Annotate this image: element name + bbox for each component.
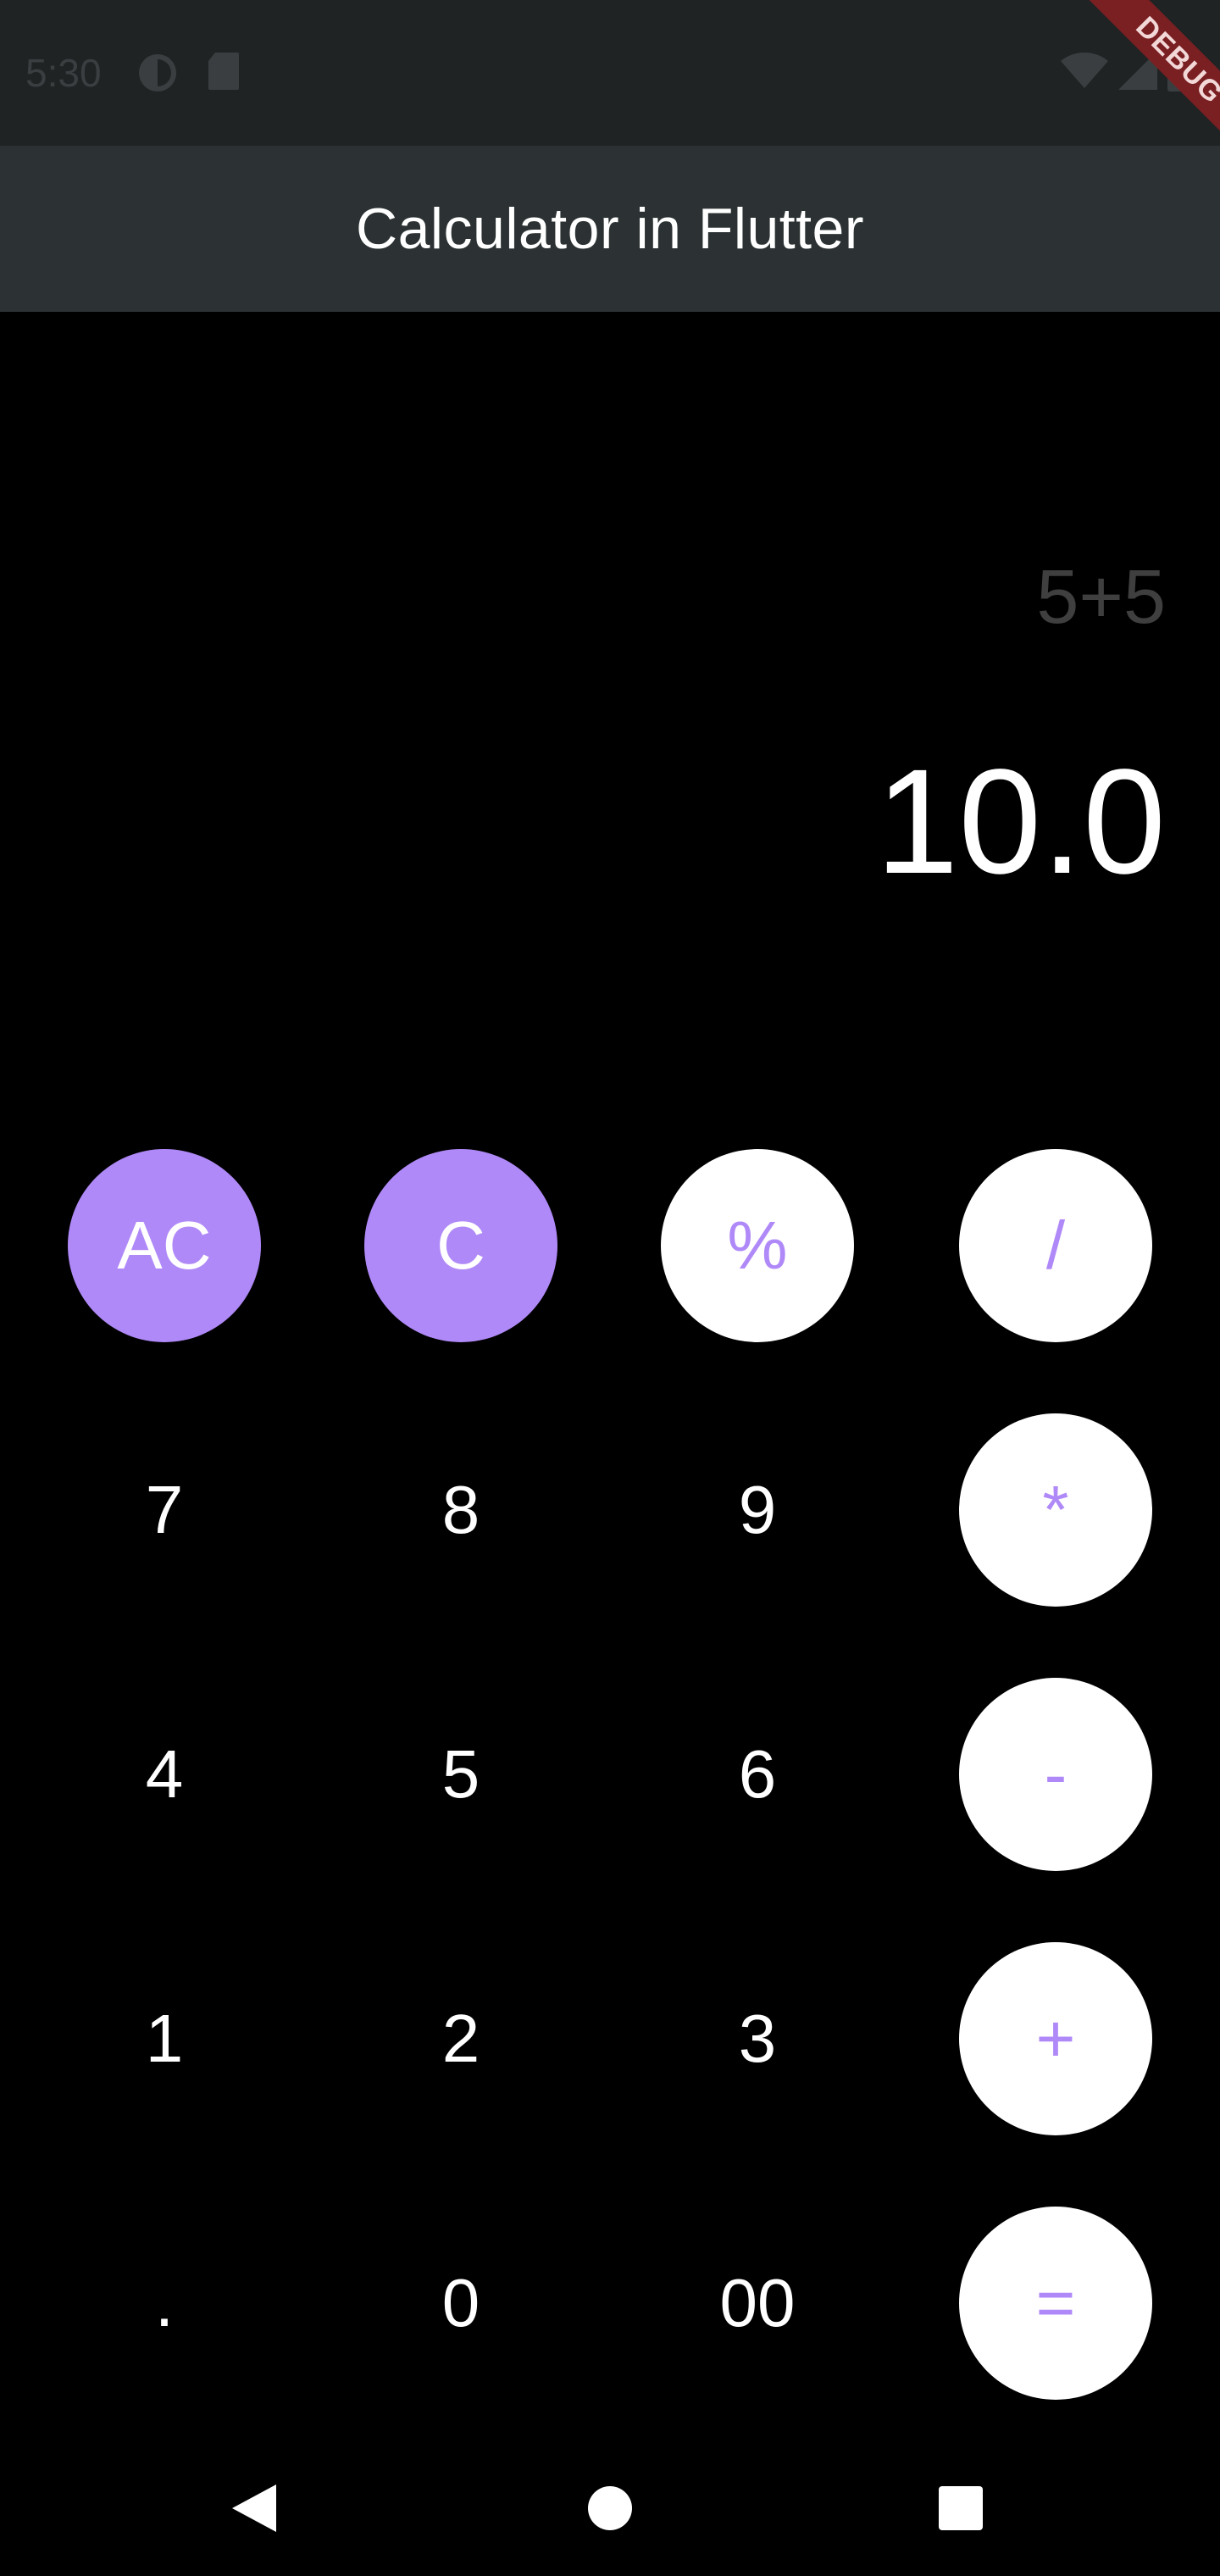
key-label: .: [154, 2265, 175, 2340]
key-all-clear[interactable]: AC: [68, 1149, 261, 1342]
key-label: %: [727, 1208, 788, 1283]
key-7[interactable]: 7: [68, 1413, 261, 1607]
key-4[interactable]: 4: [68, 1678, 261, 1871]
key-multiply[interactable]: *: [959, 1413, 1152, 1607]
key-divide[interactable]: /: [959, 1149, 1152, 1342]
key-label: =: [1035, 2265, 1076, 2340]
app-title: Calculator in Flutter: [355, 197, 865, 261]
key-label: 4: [145, 1736, 184, 1812]
key-label: +: [1035, 2001, 1076, 2076]
key-subtract[interactable]: -: [959, 1678, 1152, 1871]
key-label: 8: [441, 1472, 480, 1547]
key-6[interactable]: 6: [661, 1678, 854, 1871]
key-label: 0: [441, 2265, 480, 2340]
key-8[interactable]: 8: [364, 1413, 557, 1607]
navigation-bar: [0, 2440, 1220, 2576]
key-label: 7: [145, 1472, 184, 1547]
key-label: 6: [738, 1736, 777, 1812]
key-label: -: [1044, 1736, 1068, 1812]
key-5[interactable]: 5: [364, 1678, 557, 1871]
key-equals[interactable]: =: [959, 2207, 1152, 2400]
key-3[interactable]: 3: [661, 1942, 854, 2135]
status-time: 5:30: [25, 51, 102, 95]
key-label: 9: [738, 1472, 777, 1547]
result-display: 10.0: [875, 739, 1166, 905]
key-label: 2: [441, 2001, 480, 2076]
signal-icon: [1117, 49, 1159, 96]
key-1[interactable]: 1: [68, 1942, 261, 2135]
key-label: 5: [441, 1736, 480, 1812]
wifi-icon: [1059, 49, 1110, 96]
battery-icon: [1166, 44, 1191, 96]
status-bar: 5:30: [0, 0, 1220, 146]
key-label: /: [1045, 1208, 1066, 1283]
back-icon[interactable]: [220, 2474, 288, 2542]
sd-card-icon: [207, 51, 241, 96]
key-percent[interactable]: %: [661, 1149, 854, 1342]
key-clear[interactable]: C: [364, 1149, 557, 1342]
key-00[interactable]: 00: [661, 2207, 854, 2400]
key-label: *: [1042, 1472, 1069, 1547]
key-label: AC: [117, 1208, 212, 1283]
key-label: C: [436, 1208, 485, 1283]
brightness-icon: [136, 51, 180, 99]
app-bar: Calculator in Flutter: [0, 146, 1220, 312]
recents-icon[interactable]: [927, 2474, 995, 2542]
home-icon[interactable]: [576, 2474, 644, 2542]
key-label: 1: [145, 2001, 184, 2076]
key-decimal[interactable]: .: [68, 2207, 261, 2400]
key-9[interactable]: 9: [661, 1413, 854, 1607]
expression-display: 5+5: [1036, 555, 1166, 640]
key-label: 3: [738, 2001, 777, 2076]
key-2[interactable]: 2: [364, 1942, 557, 2135]
key-label: 00: [719, 2265, 796, 2340]
key-0[interactable]: 0: [364, 2207, 557, 2400]
key-add[interactable]: +: [959, 1942, 1152, 2135]
